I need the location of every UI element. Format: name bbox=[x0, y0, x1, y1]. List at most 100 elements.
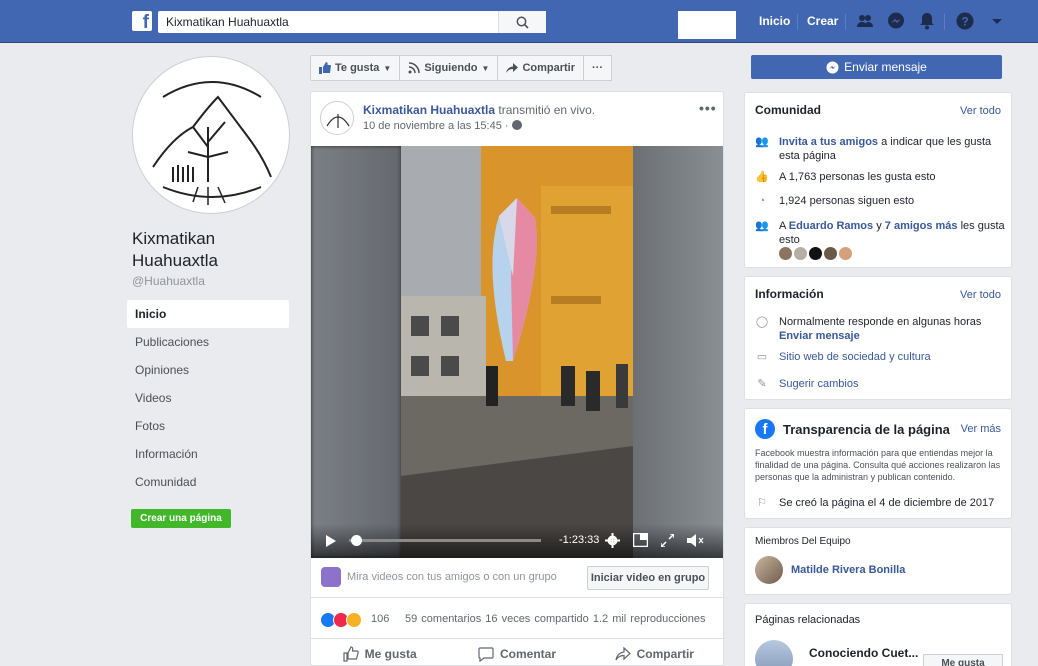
friends-prefix: A bbox=[779, 220, 786, 232]
search-button[interactable] bbox=[498, 11, 546, 33]
left-nav-item-informacion[interactable]: Información bbox=[127, 440, 289, 468]
share-outline-icon bbox=[615, 646, 631, 660]
post-comment-label: Comentar bbox=[499, 646, 556, 661]
live-video-post: Kixmatikan Huahuaxtla transmitió en vivo… bbox=[310, 91, 724, 666]
friend-name-link[interactable]: Eduardo Ramos bbox=[789, 220, 873, 232]
response-time-row: ◯ Normalmente responde en algunas horas E… bbox=[755, 315, 1005, 343]
suggest-edits-link[interactable]: Sugerir cambios bbox=[779, 377, 858, 391]
live-video-player[interactable]: -1:23:33 bbox=[311, 146, 723, 558]
watch-party-row: Mira videos con tus amigos o con un grup… bbox=[311, 558, 723, 598]
rss-icon: ◔ bbox=[758, 195, 766, 207]
related-page-avatar[interactable] bbox=[755, 640, 793, 666]
community-card: Comunidad Ver todo 👥 Invita a tus amigos… bbox=[744, 92, 1012, 268]
messenger-icon[interactable] bbox=[887, 12, 905, 30]
left-nav-item-videos[interactable]: Videos bbox=[127, 384, 289, 412]
transparency-see-more-link[interactable]: Ver más bbox=[961, 423, 1001, 435]
start-group-video-button[interactable]: Iniciar video en grupo bbox=[587, 566, 709, 590]
video-scene-illustration bbox=[401, 146, 633, 558]
left-nav-item-opiniones[interactable]: Opiniones bbox=[127, 356, 289, 384]
settings-gear-icon[interactable] bbox=[605, 533, 620, 548]
friend-requests-icon[interactable] bbox=[856, 12, 874, 30]
thumbs-up-icon bbox=[319, 62, 331, 74]
picture-in-picture-icon[interactable] bbox=[633, 533, 648, 547]
page-action-bar: Te gusta ▼ Siguiendo ▼ Compartir ··· bbox=[310, 55, 612, 81]
team-member-name-link[interactable]: Matilde Rivera Bonilla bbox=[791, 564, 905, 576]
volume-muted-icon[interactable] bbox=[687, 533, 705, 548]
flag-icon: ⚐ bbox=[757, 497, 767, 509]
page-profile-picture[interactable] bbox=[132, 56, 290, 214]
video-progress-handle[interactable] bbox=[351, 535, 362, 546]
left-nav-item-publicaciones[interactable]: Publicaciones bbox=[127, 328, 289, 356]
friend-avatar[interactable] bbox=[839, 247, 852, 260]
haha-reaction-icon bbox=[346, 612, 362, 628]
post-author-link[interactable]: Kixmatikan Huahuaxtla bbox=[363, 103, 495, 117]
nav-separator bbox=[845, 14, 846, 30]
video-blur-right bbox=[633, 146, 723, 558]
left-nav-item-inicio[interactable]: Inicio bbox=[127, 300, 289, 328]
reactions-count[interactable]: 106 bbox=[371, 613, 389, 625]
search-box[interactable]: Kixmatikan Huahuaxtla bbox=[158, 11, 546, 33]
left-nav-item-comunidad[interactable]: Comunidad bbox=[127, 468, 289, 496]
globe-icon bbox=[511, 120, 522, 130]
search-icon bbox=[516, 16, 529, 29]
friend-avatar[interactable] bbox=[794, 247, 807, 260]
post-timestamp[interactable]: 10 de noviembre a las 15:45 · bbox=[363, 120, 522, 132]
community-friends-row: 👥 A Eduardo Ramos y 7 amigos más les gus… bbox=[755, 219, 1005, 247]
share-arrow-icon bbox=[506, 63, 519, 73]
chevron-down-icon: ▼ bbox=[481, 63, 490, 73]
reactions-summary[interactable] bbox=[320, 612, 362, 628]
video-progress-track[interactable] bbox=[349, 539, 541, 542]
page-following-label: Siguiendo bbox=[424, 62, 478, 74]
post-author-avatar[interactable] bbox=[320, 101, 354, 135]
friend-avatar[interactable] bbox=[809, 247, 822, 260]
search-input[interactable]: Kixmatikan Huahuaxtla bbox=[158, 11, 498, 33]
account-menu-chevron-down-icon[interactable] bbox=[988, 12, 1006, 30]
left-nav-item-fotos[interactable]: Fotos bbox=[127, 412, 289, 440]
fullscreen-icon[interactable] bbox=[661, 534, 674, 547]
community-title: Comunidad bbox=[755, 103, 821, 117]
more-friends-link[interactable]: 7 amigos más bbox=[885, 220, 958, 232]
website-category-link[interactable]: Sitio web de sociedad y cultura bbox=[779, 350, 931, 364]
website-category-row: ▭ Sitio web de sociedad y cultura bbox=[755, 350, 1005, 364]
post-engagement-stats: 59 comentarios 16 veces compartido 1.2 m… bbox=[405, 613, 706, 625]
related-page-like-button[interactable]: Me gusta bbox=[923, 654, 1003, 666]
page-username[interactable]: @Huahuaxtla bbox=[132, 274, 205, 288]
team-member-avatar[interactable] bbox=[755, 556, 783, 584]
post-verb: transmitió en vivo. bbox=[498, 103, 596, 117]
help-icon[interactable]: ? bbox=[956, 12, 974, 30]
page-title[interactable]: Kixmatikan Huahuaxtla bbox=[132, 228, 282, 272]
messenger-icon bbox=[826, 61, 839, 73]
post-comment-button[interactable]: Comentar bbox=[448, 639, 585, 665]
send-message-label: Enviar mensaje bbox=[844, 60, 927, 74]
community-see-all-link[interactable]: Ver todo bbox=[960, 105, 1001, 117]
profile-placeholder[interactable] bbox=[678, 11, 736, 39]
info-send-message-link[interactable]: Enviar mensaje bbox=[779, 330, 860, 342]
nav-home-link[interactable]: Inicio bbox=[759, 14, 790, 28]
post-share-button[interactable]: Compartir bbox=[586, 639, 723, 665]
transparency-title: Transparencia de la página bbox=[783, 422, 950, 437]
page-share-label: Compartir bbox=[522, 62, 575, 74]
friend-avatar[interactable] bbox=[824, 247, 837, 260]
page-share-button[interactable]: Compartir bbox=[497, 55, 584, 81]
send-message-button[interactable]: Enviar mensaje bbox=[751, 55, 1002, 79]
notifications-bell-icon[interactable] bbox=[918, 12, 936, 30]
information-see-all-link[interactable]: Ver todo bbox=[960, 289, 1001, 301]
comments-count-link[interactable]: 59 comentarios bbox=[405, 613, 481, 625]
nav-create-link[interactable]: Crear bbox=[807, 14, 838, 28]
play-icon[interactable] bbox=[325, 535, 337, 547]
page-following-button[interactable]: Siguiendo ▼ bbox=[399, 55, 499, 81]
friend-avatar[interactable] bbox=[779, 247, 792, 260]
invite-friends-link[interactable]: Invita a tus amigos bbox=[779, 136, 878, 148]
post-like-button[interactable]: Me gusta bbox=[311, 639, 448, 665]
page-like-button[interactable]: Te gusta ▼ bbox=[310, 55, 401, 81]
shares-count-link[interactable]: 16 veces compartido bbox=[485, 613, 589, 625]
pencil-icon: ✎ bbox=[757, 378, 767, 390]
post-options-icon[interactable]: ••• bbox=[699, 100, 717, 116]
page-more-options-button[interactable]: ··· bbox=[583, 55, 612, 81]
video-controls-bar: -1:23:33 bbox=[311, 524, 723, 558]
create-page-button[interactable]: Crear una página bbox=[131, 509, 231, 528]
facebook-logo-icon[interactable]: f bbox=[132, 11, 152, 31]
responds-text: Normalmente responde en algunas horas bbox=[779, 316, 982, 328]
post-stats-row: 106 59 comentarios 16 veces compartido 1… bbox=[311, 604, 723, 634]
related-page-name-link[interactable]: Conociendo Cuet... bbox=[809, 646, 918, 660]
